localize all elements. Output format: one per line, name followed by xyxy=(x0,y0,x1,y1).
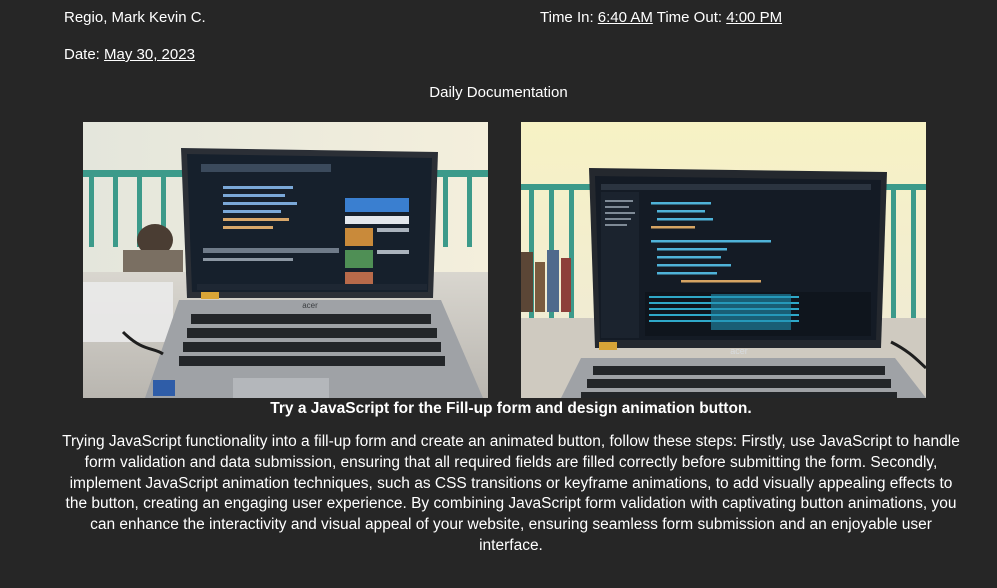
photo-laptop-code-editor: acer xyxy=(521,122,926,398)
employee-name: Regio, Mark Kevin C. xyxy=(64,9,206,26)
time-out-label: Time Out: xyxy=(652,9,727,26)
photo-laptop-browser: acer xyxy=(83,122,488,398)
laptop-brand-logo: acer xyxy=(730,346,748,356)
time-out-value: 4:00 PM xyxy=(726,9,783,26)
document-title: Daily Documentation xyxy=(429,84,568,101)
date-record: Date: May 30, 2023 xyxy=(64,46,195,64)
time-in-label: Time In: xyxy=(540,9,598,26)
activity-title: Try a JavaScript for the Fill-up form an… xyxy=(270,400,752,417)
time-record: Time In: 6:40 AM Time Out: 4:00 PM xyxy=(540,9,782,27)
laptop-brand-logo: acer xyxy=(302,301,318,310)
activity-description: Trying JavaScript functionality into a f… xyxy=(62,433,960,554)
time-in-value: 6:40 AM xyxy=(597,9,653,26)
date-value: May 30, 2023 xyxy=(104,46,195,63)
date-label: Date: xyxy=(64,46,105,63)
